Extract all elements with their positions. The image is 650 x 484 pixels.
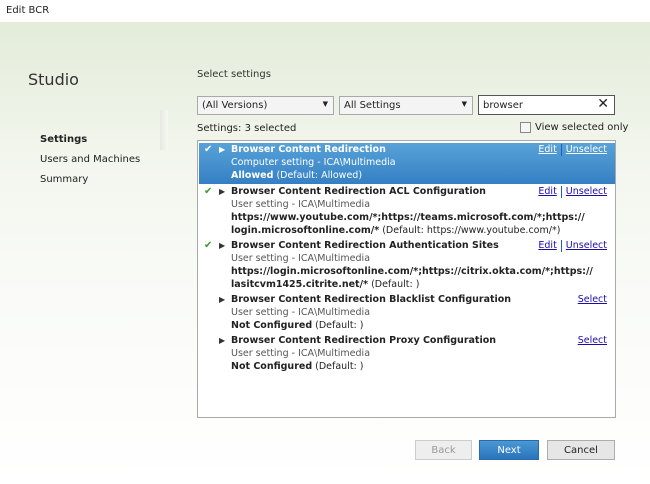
setting-value: https://www.youtube.com/*;https://teams.… (231, 212, 585, 236)
setting-value: Not Configured (Default: ) (231, 361, 364, 372)
setting-value: Not Configured (Default: ) (231, 320, 364, 331)
window-title: Edit BCR (0, 0, 650, 22)
unselect-link[interactable]: Unselect (566, 185, 607, 198)
expand-icon[interactable]: ▶ (219, 334, 225, 347)
expand-icon[interactable]: ▶ (219, 185, 225, 198)
expand-icon[interactable]: ▶ (219, 239, 225, 252)
active-step-indicator (160, 110, 168, 150)
unselect-link[interactable]: Unselect (566, 239, 607, 252)
edit-link[interactable]: Edit (538, 185, 556, 198)
setting-row[interactable]: ▶ Browser Content Redirection Proxy Conf… (199, 334, 615, 375)
category-dropdown[interactable]: All Settings ▼ (339, 96, 473, 115)
select-link[interactable]: Select (578, 293, 607, 306)
chevron-down-icon: ▼ (461, 100, 467, 108)
search-value: browser (483, 100, 524, 111)
setting-row[interactable]: ✔ ▶ Browser Content Redirection ACL Confi… (199, 185, 615, 238)
unselect-link[interactable]: Unselect (566, 143, 607, 156)
wizard-sidebar: Studio Settings Users and Machines Summa… (0, 22, 168, 484)
check-icon: ✔ (204, 186, 213, 197)
edit-link[interactable]: Edit (538, 143, 556, 156)
setting-scope: Computer setting - ICA\Multimedia (231, 157, 396, 168)
check-icon: ✔ (204, 144, 213, 155)
setting-scope: User setting - ICA\Multimedia (231, 307, 371, 318)
view-selected-only-checkbox[interactable]: View selected only (520, 122, 628, 133)
clear-search-icon[interactable]: ✕ (597, 96, 609, 112)
cancel-button[interactable]: Cancel (547, 440, 615, 460)
checkbox-label: View selected only (535, 122, 629, 133)
back-button[interactable]: Back (415, 440, 472, 460)
category-value: All Settings (344, 100, 401, 111)
selected-count: Settings: 3 selected (197, 123, 297, 134)
select-link[interactable]: Select (578, 334, 607, 347)
version-value: (All Versions) (202, 100, 268, 111)
check-icon: ✔ (204, 240, 213, 251)
edit-link[interactable]: Edit (538, 239, 556, 252)
sidebar-item-users-and-machines[interactable]: Users and Machines (40, 154, 140, 165)
search-input[interactable]: browser ✕ (478, 95, 615, 115)
setting-value: Allowed (Default: Allowed) (231, 170, 363, 181)
setting-row[interactable]: ✔ ▶ Browser Content Redirection Computer … (199, 143, 615, 184)
next-button[interactable]: Next (479, 440, 539, 460)
setting-row[interactable]: ▶ Browser Content Redirection Blacklist … (199, 293, 615, 334)
setting-scope: User setting - ICA\Multimedia (231, 253, 371, 264)
sidebar-item-settings[interactable]: Settings (40, 134, 87, 145)
setting-title: Browser Content Redirection Blacklist Co… (231, 294, 512, 305)
setting-value: https://login.microsoftonline.com/*;http… (231, 266, 593, 290)
expand-icon[interactable]: ▶ (219, 143, 225, 156)
setting-row[interactable]: ✔ ▶ Browser Content Redirection Authentic… (199, 239, 615, 292)
setting-scope: User setting - ICA\Multimedia (231, 348, 371, 359)
checkbox-box[interactable] (520, 122, 531, 133)
sidebar-item-summary[interactable]: Summary (40, 174, 88, 185)
page-heading: Select settings (197, 69, 271, 80)
chevron-down-icon: ▼ (322, 100, 328, 108)
setting-scope: User setting - ICA\Multimedia (231, 199, 371, 210)
setting-title: Browser Content Redirection Proxy Config… (231, 335, 496, 346)
settings-list[interactable]: ✔ ▶ Browser Content Redirection Computer … (197, 140, 616, 418)
expand-icon[interactable]: ▶ (219, 293, 225, 306)
version-dropdown[interactable]: (All Versions) ▼ (197, 96, 334, 115)
brand-title: Studio (28, 70, 79, 89)
